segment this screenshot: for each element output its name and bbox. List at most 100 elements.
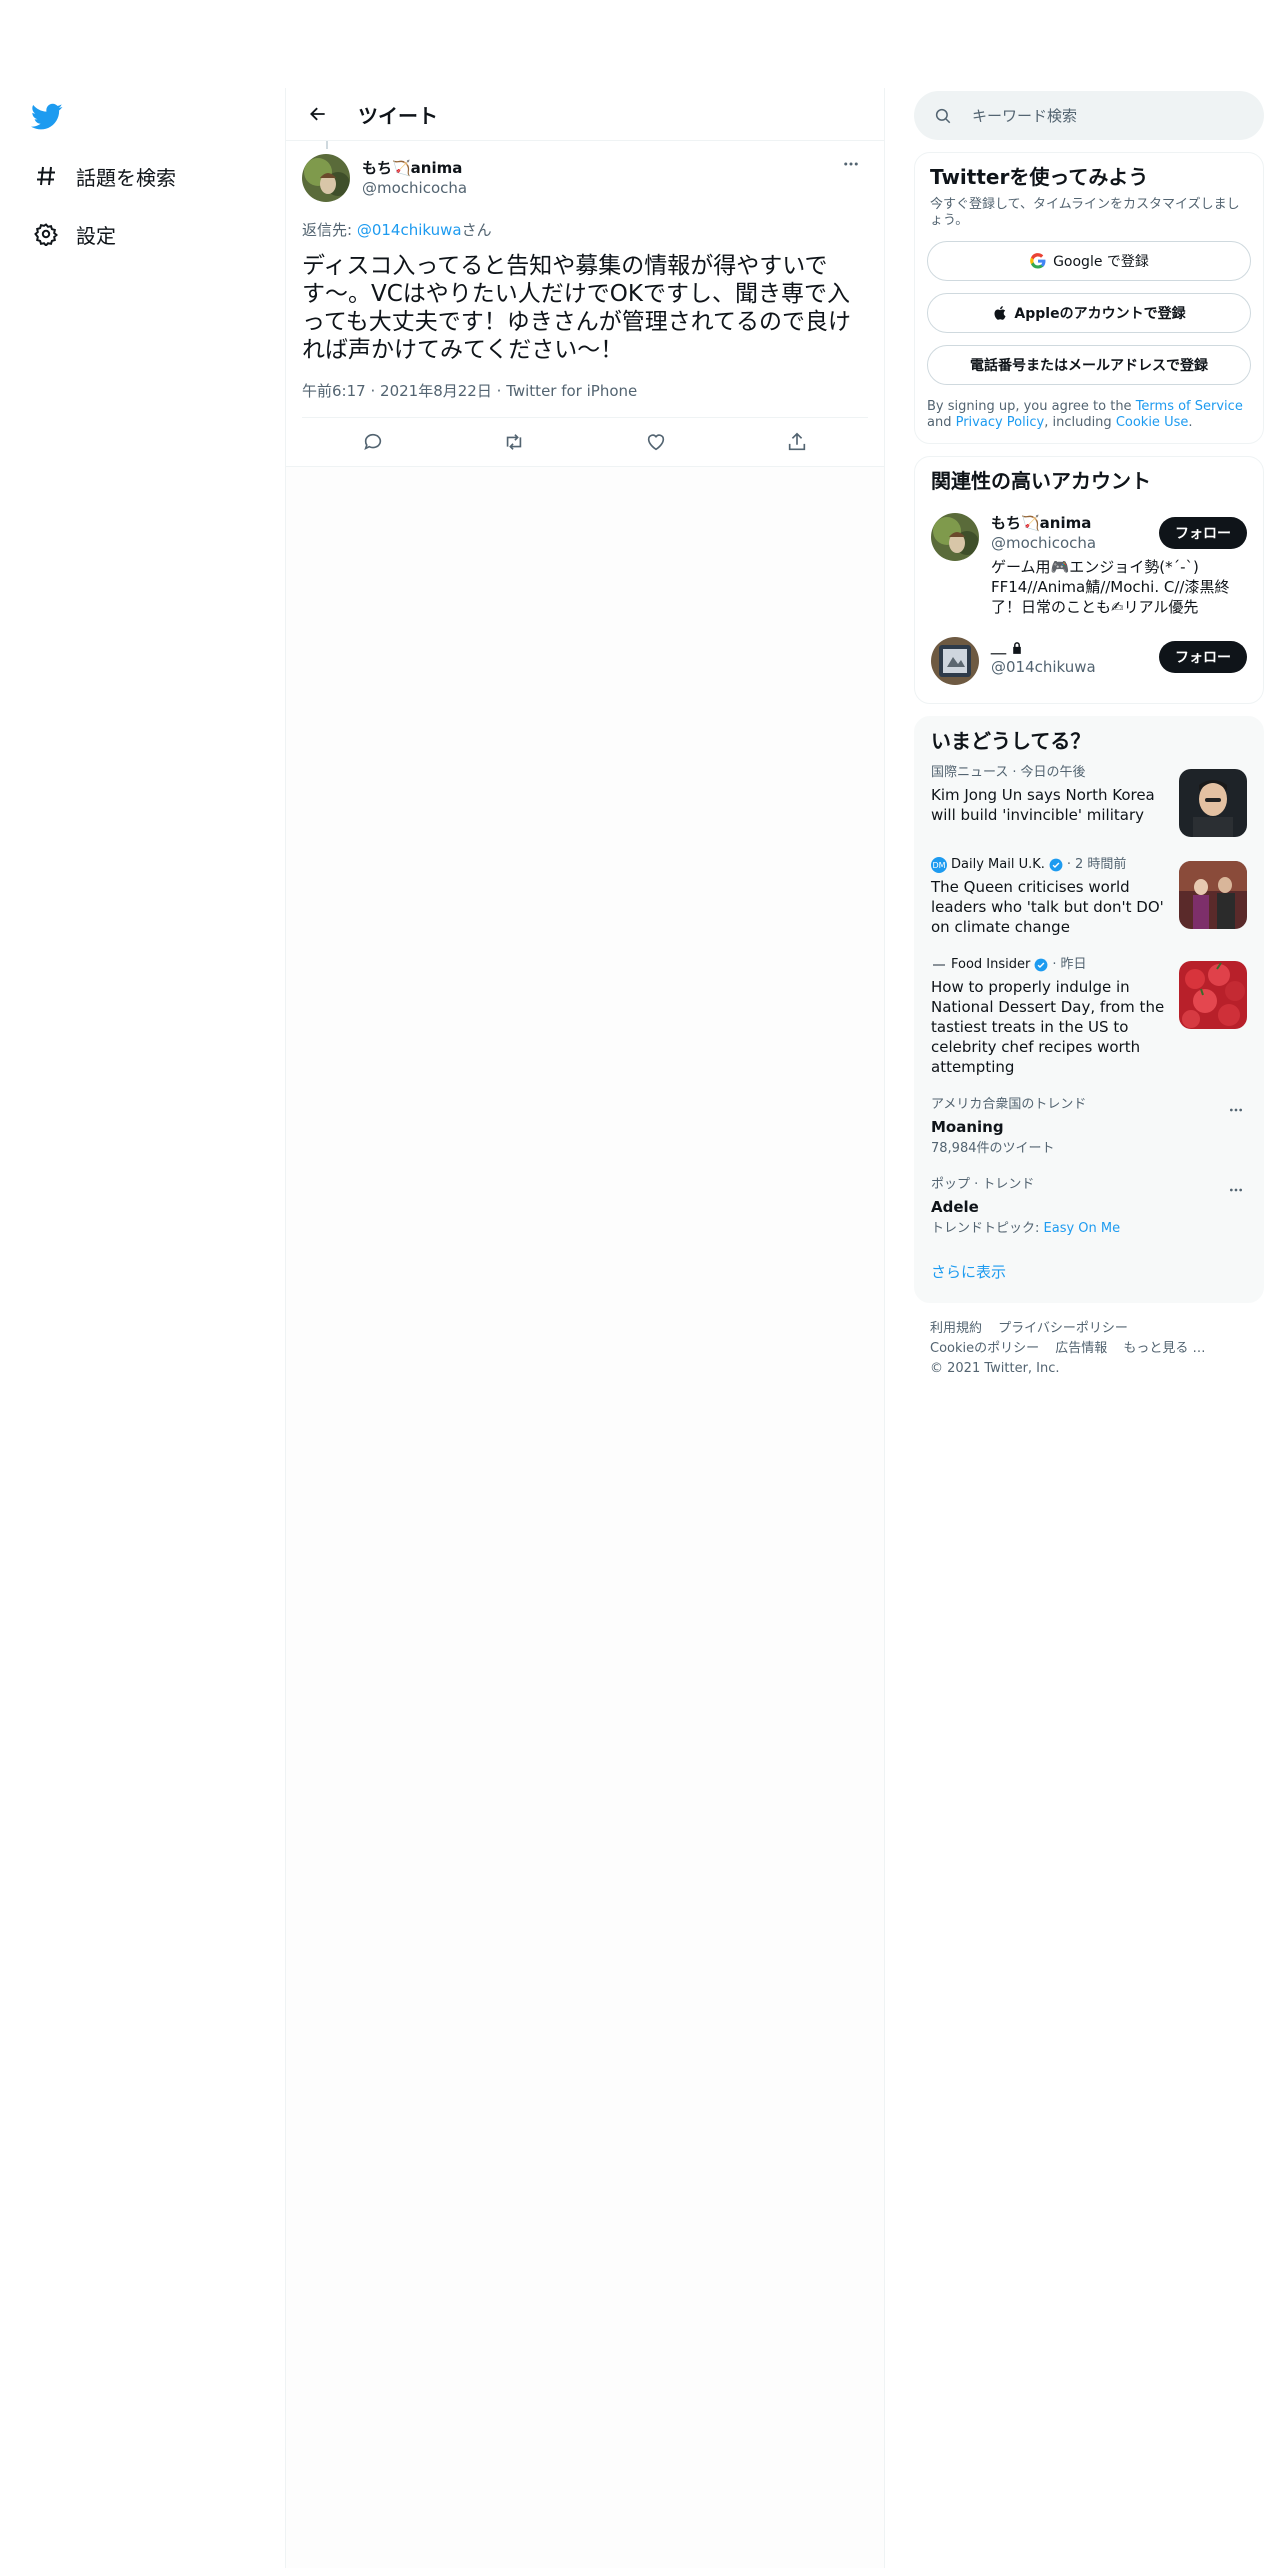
nav-explore[interactable]: 話題を検索 (20, 152, 176, 200)
retweet-button[interactable] (494, 422, 534, 462)
main-column: ツイート もち🏹anima @mochicocha 返信先: @014chiku… (286, 88, 884, 2568)
related-accounts-card: 関連性の高いアカウント もち🏹anima @mochicocha ゲーム用🎮エン… (914, 456, 1264, 704)
trend-topic-link[interactable]: Easy On Me (1044, 1221, 1121, 1236)
tweet-detail: もち🏹anima @mochicocha 返信先: @014chikuwaさん … (286, 141, 884, 467)
tweet-client[interactable]: Twitter for iPhone (506, 382, 637, 400)
account-avatar[interactable] (931, 513, 979, 561)
more-options-button[interactable] (834, 147, 868, 181)
news-time: 昨日 (1060, 957, 1087, 972)
footer-link-cookies[interactable]: Cookieのポリシー (930, 1341, 1039, 1356)
related-title: 関連性の高いアカウント (931, 469, 1151, 493)
footer: 利用規約 プライバシーポリシー Cookieのポリシー 広告情報 もっと見る …… (914, 1303, 1264, 1395)
news-headline: The Queen criticises world leaders who '… (931, 878, 1164, 936)
thread-connector (326, 141, 328, 149)
reply-context: 返信先: @014chikuwaさん (302, 219, 868, 240)
terms-text: By signing up, you agree to the (927, 399, 1136, 414)
arrow-left-icon (310, 107, 325, 121)
trend-topic-prefix: トレンドトピック: (931, 1221, 1044, 1236)
tweet-actions (302, 418, 868, 466)
account-item[interactable]: ＿ @014chikuwa フォロー (931, 637, 1247, 685)
apple-signup-label: Appleのアカウントで登録 (1014, 306, 1186, 322)
svg-text:DM: DM (932, 861, 945, 870)
author-name[interactable]: もち🏹anima (362, 158, 834, 178)
privacy-policy-link[interactable]: Privacy Policy (956, 415, 1045, 430)
trend-more-button[interactable] (1223, 1097, 1249, 1123)
email-signup-button[interactable]: 電話番号またはメールアドレスで登録 (927, 345, 1251, 385)
news-item[interactable]: 国際ニュース · 今日の午後 Kim Jong Un says North Ko… (915, 753, 1263, 845)
reply-prefix: 返信先: (302, 221, 357, 239)
trend-topic: トレンドトピック: Easy On Me (931, 1221, 1247, 1237)
signup-card: Twitterを使ってみよう 今すぐ登録して、タイムラインをカスタマイズしましょ… (914, 152, 1264, 444)
email-signup-label: 電話番号またはメールアドレスで登録 (970, 358, 1208, 374)
nav-settings[interactable]: 設定 (20, 210, 116, 258)
lock-icon (1013, 641, 1021, 654)
google-signup-button[interactable]: Google で登録 (927, 241, 1251, 281)
google-signup-label: Google で登録 (1053, 254, 1149, 270)
trend-count: 78,984件のツイート (931, 1141, 1055, 1156)
tweet-text: ディスコ入ってると告知や募集の情報が得やすいです〜。VCはやりたい人だけでOKで… (302, 253, 852, 363)
whats-happening-card: いまどうしてる？ 国際ニュース · 今日の午後 Kim Jong Un says… (914, 716, 1264, 1303)
reply-target-link[interactable]: @014chikuwa (357, 221, 462, 239)
news-sep: · (1012, 765, 1017, 780)
footer-link-more[interactable]: もっと見る … (1123, 1341, 1205, 1356)
reply-icon (364, 433, 381, 450)
tweet-time[interactable]: 午前6:17 (302, 382, 366, 400)
footer-link-terms[interactable]: 利用規約 (930, 1321, 982, 1336)
footer-link-ads[interactable]: 広告情報 (1055, 1341, 1107, 1356)
trend-item[interactable]: アメリカ合衆国のトレンド Moaning 78,984件のツイート (915, 1085, 1263, 1165)
more-horizontal-icon (1230, 1108, 1242, 1112)
google-icon (1030, 253, 1046, 269)
terms-of-service-link[interactable]: Terms of Service (1136, 399, 1243, 414)
footer-link-privacy[interactable]: プライバシーポリシー (998, 1321, 1128, 1336)
search-box[interactable] (914, 91, 1264, 140)
news-time: 今日の午後 (1020, 765, 1086, 780)
news-source: 国際ニュース (931, 765, 1009, 780)
cookie-use-link[interactable]: Cookie Use (1116, 415, 1189, 430)
share-icon (789, 432, 806, 451)
meta-sep: · (370, 382, 376, 400)
trend-item[interactable]: ポップ · トレンド Adele トレンドトピック: Easy On Me (915, 1165, 1263, 1245)
follow-button[interactable]: フォロー (1159, 517, 1247, 549)
verified-badge-icon (1049, 858, 1063, 872)
trend-more-button[interactable] (1223, 1177, 1249, 1203)
signup-terms: By signing up, you agree to the Terms of… (927, 399, 1251, 431)
reply-button[interactable] (353, 422, 393, 462)
signup-title: Twitterを使ってみよう (930, 165, 1149, 189)
reply-suffix: さん (461, 221, 492, 239)
share-button[interactable] (777, 422, 817, 462)
apple-signup-button[interactable]: Appleのアカウントで登録 (927, 293, 1251, 333)
search-input[interactable] (972, 106, 1232, 125)
account-avatar[interactable] (931, 637, 979, 685)
nav-explore-label: 話題を検索 (76, 165, 176, 190)
news-item[interactable]: DM Daily Mail U.K. · 2 時間前 The Queen cri… (915, 845, 1263, 945)
verified-badge-icon (1034, 958, 1048, 972)
trends-title: いまどうしてる？ (931, 729, 1091, 753)
trend-category: アメリカ合衆国のトレンド (931, 1097, 1087, 1112)
author-handle[interactable]: @mochicocha (362, 178, 834, 198)
news-item[interactable]: Food Insider · 昨日 How to properly indulg… (915, 945, 1263, 1085)
author-avatar[interactable] (302, 154, 350, 202)
like-button[interactable] (636, 422, 676, 462)
column-divider (884, 88, 885, 2568)
account-name[interactable]: ＿ (991, 638, 1006, 656)
news-sep: · (1052, 957, 1057, 972)
page-title: ツイート (358, 103, 438, 128)
back-button[interactable] (298, 94, 338, 134)
follow-button[interactable]: フォロー (1159, 641, 1247, 673)
apple-icon (994, 306, 1006, 320)
account-item[interactable]: もち🏹anima @mochicocha ゲーム用🎮エンジョイ勢(*´-`) F… (931, 513, 1247, 617)
signup-description: 今すぐ登録して、タイムラインをカスタマイズしましょう。 (930, 197, 1240, 228)
twitter-logo-icon[interactable] (31, 103, 63, 131)
meta-sep: · (496, 382, 502, 400)
news-meta: Food Insider · 昨日 (931, 957, 1169, 973)
more-horizontal-icon (844, 162, 858, 166)
copyright: © 2021 Twitter, Inc. (930, 1361, 1060, 1376)
terms-text: . (1188, 415, 1193, 430)
news-meta: 国際ニュース · 今日の午後 (931, 765, 1169, 781)
tweet-date[interactable]: 2021年8月22日 (380, 382, 492, 400)
news-meta: DM Daily Mail U.K. · 2 時間前 (931, 857, 1169, 873)
gear-icon (20, 214, 76, 254)
trend-name: Moaning (931, 1118, 1004, 1136)
show-more-link[interactable]: さらに表示 (915, 1245, 1263, 1298)
news-thumbnail (1179, 769, 1247, 837)
